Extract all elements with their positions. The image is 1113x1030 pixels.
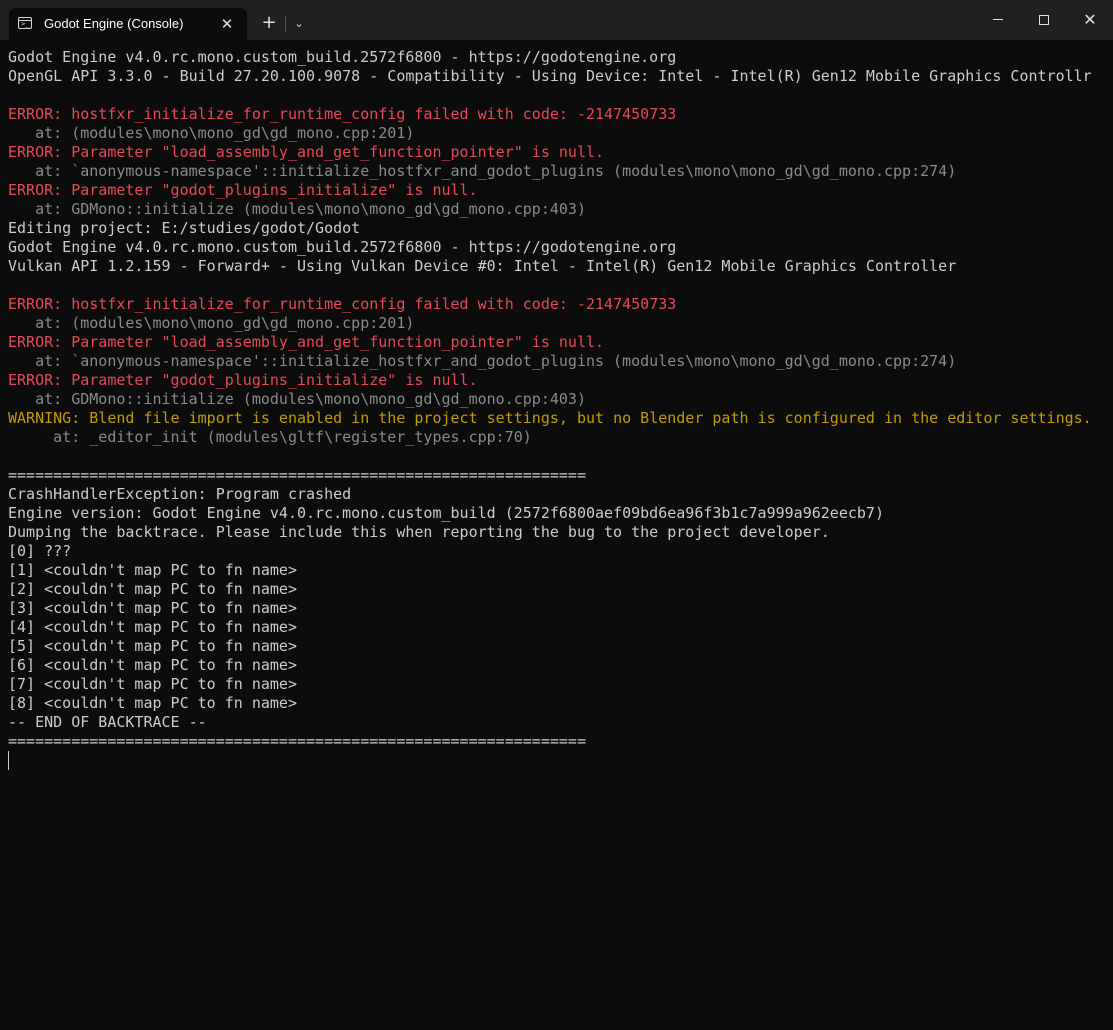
new-tab-button[interactable]: + bbox=[257, 12, 281, 36]
output-text: Godot Engine v4.0.rc.mono.custom_build.2… bbox=[8, 238, 677, 256]
prompt-line[interactable] bbox=[8, 751, 1108, 770]
output-text: [7] <couldn't map PC to fn name> bbox=[8, 675, 297, 693]
title-bar[interactable]: >_ Godot Engine (Console) ✕ + ⌄ ✕ bbox=[0, 0, 1113, 40]
console-line: ERROR: Parameter "load_assembly_and_get_… bbox=[8, 333, 1108, 352]
error-text: Parameter "godot_plugins_initialize" is … bbox=[71, 371, 478, 389]
console-line: ERROR: Parameter "godot_plugins_initiali… bbox=[8, 181, 1108, 200]
output-text: [2] <couldn't map PC to fn name> bbox=[8, 580, 297, 598]
console-line: Engine version: Godot Engine v4.0.rc.mon… bbox=[8, 504, 1108, 523]
output-text: Editing project: E:/studies/godot/Godot bbox=[8, 219, 361, 237]
console-line: ========================================… bbox=[8, 466, 1108, 485]
warning-text: WARNING: bbox=[8, 409, 90, 427]
close-tab-icon[interactable]: ✕ bbox=[217, 14, 237, 34]
error-text: Parameter "load_assembly_and_get_functio… bbox=[71, 333, 605, 351]
error-text: ERROR: bbox=[8, 143, 72, 161]
output-text: -- END OF BACKTRACE -- bbox=[8, 713, 207, 731]
console-line: [4] <couldn't map PC to fn name> bbox=[8, 618, 1108, 637]
minimize-icon bbox=[993, 19, 1003, 20]
console-line: Editing project: E:/studies/godot/Godot bbox=[8, 219, 1108, 238]
tab-divider bbox=[285, 16, 286, 32]
location-text: at: `anonymous-namespace'::initialize_ho… bbox=[8, 352, 957, 370]
error-text: Parameter "load_assembly_and_get_functio… bbox=[71, 143, 605, 161]
location-text: at: _editor_init (modules\gltf\register_… bbox=[8, 428, 532, 446]
error-text: hostfxr_initialize_for_runtime_config fa… bbox=[71, 105, 677, 123]
location-text: at: GDMono::initialize (modules\mono\mon… bbox=[8, 200, 586, 218]
warning-text: Blend file import is enabled in the proj… bbox=[89, 409, 1092, 427]
console-line: WARNING: Blend file import is enabled in… bbox=[8, 409, 1108, 428]
close-window-button[interactable]: ✕ bbox=[1067, 0, 1113, 40]
error-text: ERROR: bbox=[8, 105, 72, 123]
location-text: at: `anonymous-namespace'::initialize_ho… bbox=[8, 162, 957, 180]
chevron-down-icon[interactable]: ⌄ bbox=[289, 12, 309, 36]
output-text: [4] <couldn't map PC to fn name> bbox=[8, 618, 297, 636]
tab-godot-console[interactable]: >_ Godot Engine (Console) ✕ bbox=[9, 8, 247, 40]
output-text: ========================================… bbox=[8, 732, 586, 750]
console-line: ERROR: Parameter "godot_plugins_initiali… bbox=[8, 371, 1108, 390]
error-text: ERROR: bbox=[8, 181, 72, 199]
console-line: at: GDMono::initialize (modules\mono\mon… bbox=[8, 390, 1108, 409]
console-output[interactable]: Godot Engine v4.0.rc.mono.custom_build.2… bbox=[8, 48, 1108, 1023]
tab-title: Godot Engine (Console) bbox=[44, 16, 184, 31]
error-text: Parameter "godot_plugins_initialize" is … bbox=[71, 181, 478, 199]
location-text: at: (modules\mono\mono_gd\gd_mono.cpp:20… bbox=[8, 124, 415, 142]
console-line: [2] <couldn't map PC to fn name> bbox=[8, 580, 1108, 599]
console-line: OpenGL API 3.3.0 - Build 27.20.100.9078 … bbox=[8, 67, 1108, 86]
console-line: at: `anonymous-namespace'::initialize_ho… bbox=[8, 162, 1108, 181]
output-text: [8] <couldn't map PC to fn name> bbox=[8, 694, 297, 712]
error-text: ERROR: bbox=[8, 371, 72, 389]
console-line: [7] <couldn't map PC to fn name> bbox=[8, 675, 1108, 694]
console-line: [5] <couldn't map PC to fn name> bbox=[8, 637, 1108, 656]
output-text: [5] <couldn't map PC to fn name> bbox=[8, 637, 297, 655]
console-line: ERROR: Parameter "load_assembly_and_get_… bbox=[8, 143, 1108, 162]
console-line: Vulkan API 1.2.159 - Forward+ - Using Vu… bbox=[8, 257, 1108, 276]
minimize-button[interactable] bbox=[975, 0, 1021, 40]
console-line: -- END OF BACKTRACE -- bbox=[8, 713, 1108, 732]
location-text: at: (modules\mono\mono_gd\gd_mono.cpp:20… bbox=[8, 314, 415, 332]
location-text: at: GDMono::initialize (modules\mono\mon… bbox=[8, 390, 586, 408]
output-text: OpenGL API 3.3.0 - Build 27.20.100.9078 … bbox=[8, 67, 1092, 85]
maximize-icon bbox=[1039, 15, 1049, 25]
console-line: ERROR: hostfxr_initialize_for_runtime_co… bbox=[8, 105, 1108, 124]
console-line: CrashHandlerException: Program crashed bbox=[8, 485, 1108, 504]
maximize-button[interactable] bbox=[1021, 0, 1067, 40]
output-text: Vulkan API 1.2.159 - Forward+ - Using Vu… bbox=[8, 257, 957, 275]
close-icon: ✕ bbox=[1083, 10, 1097, 29]
output-text: [1] <couldn't map PC to fn name> bbox=[8, 561, 297, 579]
error-text: ERROR: bbox=[8, 295, 72, 313]
text-cursor bbox=[8, 751, 9, 770]
console-line: at: (modules\mono\mono_gd\gd_mono.cpp:20… bbox=[8, 124, 1108, 143]
console-line: Godot Engine v4.0.rc.mono.custom_build.2… bbox=[8, 48, 1108, 67]
console-line: at: (modules\mono\mono_gd\gd_mono.cpp:20… bbox=[8, 314, 1108, 333]
console-line: Godot Engine v4.0.rc.mono.custom_build.2… bbox=[8, 238, 1108, 257]
output-text: Engine version: Godot Engine v4.0.rc.mon… bbox=[8, 504, 884, 522]
console-line: ========================================… bbox=[8, 732, 1108, 751]
output-text: Dumping the backtrace. Please include th… bbox=[8, 523, 830, 541]
terminal-icon: >_ bbox=[18, 17, 32, 29]
console-line: [1] <couldn't map PC to fn name> bbox=[8, 561, 1108, 580]
console-line: [8] <couldn't map PC to fn name> bbox=[8, 694, 1108, 713]
console-line: [6] <couldn't map PC to fn name> bbox=[8, 656, 1108, 675]
terminal-icon-glyph: >_ bbox=[21, 20, 30, 28]
output-text: [6] <couldn't map PC to fn name> bbox=[8, 656, 297, 674]
console-line: [3] <couldn't map PC to fn name> bbox=[8, 599, 1108, 618]
output-text: ========================================… bbox=[8, 466, 586, 484]
terminal-window: >_ Godot Engine (Console) ✕ + ⌄ ✕ Godot … bbox=[0, 0, 1113, 1030]
error-text: ERROR: bbox=[8, 333, 72, 351]
console-line: [0] ??? bbox=[8, 542, 1108, 561]
console-line: Dumping the backtrace. Please include th… bbox=[8, 523, 1108, 542]
console-line: at: _editor_init (modules\gltf\register_… bbox=[8, 428, 1108, 447]
error-text: hostfxr_initialize_for_runtime_config fa… bbox=[71, 295, 677, 313]
console-line: at: `anonymous-namespace'::initialize_ho… bbox=[8, 352, 1108, 371]
output-text: Godot Engine v4.0.rc.mono.custom_build.2… bbox=[8, 48, 677, 66]
output-text: [3] <couldn't map PC to fn name> bbox=[8, 599, 297, 617]
output-text: CrashHandlerException: Program crashed bbox=[8, 485, 352, 503]
console-line: ERROR: hostfxr_initialize_for_runtime_co… bbox=[8, 295, 1108, 314]
output-text: [0] ??? bbox=[8, 542, 72, 560]
console-line: at: GDMono::initialize (modules\mono\mon… bbox=[8, 200, 1108, 219]
